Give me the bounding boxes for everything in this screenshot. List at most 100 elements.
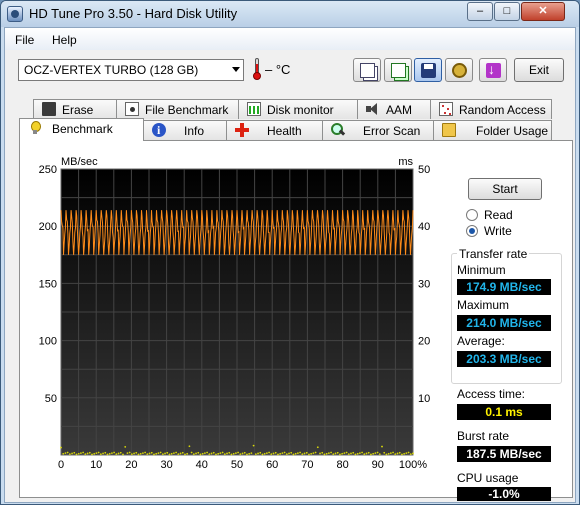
tab-health[interactable]: Health <box>226 120 323 140</box>
x-axis-tick-label: 100% <box>399 459 427 471</box>
access-time-point <box>412 452 414 455</box>
options-button[interactable] <box>445 58 473 82</box>
access-time-point <box>159 451 162 454</box>
access-time-point <box>330 451 332 454</box>
save-screenshot-button[interactable] <box>414 58 442 82</box>
access-time-point <box>150 451 153 454</box>
x-axis-tick-label: 30 <box>160 459 172 471</box>
access-time-point <box>221 451 224 454</box>
x-axis-tick-label: 40 <box>196 459 208 471</box>
start-button[interactable]: Start <box>468 178 542 200</box>
x-axis-tick-label: 0 <box>58 459 64 471</box>
maximize-button[interactable]: □ <box>494 2 520 21</box>
menu-bar: File Help <box>5 28 575 50</box>
menu-help[interactable]: Help <box>52 33 77 47</box>
tab-folder-usage[interactable]: Folder Usage <box>433 120 552 140</box>
access-time-point <box>237 451 240 454</box>
right-axis-tick-label: 50 <box>418 164 430 176</box>
tab-health-label: Health <box>267 124 302 138</box>
temperature-readout: – °C <box>265 62 291 77</box>
toolbar: OCZ-VERTEX TURBO (128 GB) – °C Exit <box>5 50 575 96</box>
tab-benchmark-label: Benchmark <box>52 122 113 136</box>
download-button[interactable] <box>479 58 507 82</box>
access-time-point <box>316 446 319 449</box>
access-time-point <box>312 452 315 455</box>
right-axis-tick-label: 10 <box>418 393 430 405</box>
access-time-point <box>179 452 182 455</box>
access-time-point <box>294 452 297 455</box>
tab-erase[interactable]: Erase <box>33 99 117 119</box>
access-time-point <box>367 451 370 454</box>
access-time-point <box>192 453 195 456</box>
tab-error-scan[interactable]: Error Scan <box>322 120 434 140</box>
access-time-point <box>181 451 184 454</box>
health-cross-icon <box>235 123 249 137</box>
access-time-point <box>361 451 363 454</box>
right-axis-unit-label: ms <box>398 156 413 168</box>
access-time-point <box>409 453 412 456</box>
exit-button[interactable]: Exit <box>514 58 564 82</box>
access-time-point <box>166 451 169 454</box>
tab-file-benchmark[interactable]: File Benchmark <box>116 99 239 119</box>
access-time-point <box>155 452 158 455</box>
menu-file[interactable]: File <box>15 33 34 47</box>
access-time-point <box>285 453 288 456</box>
drive-select[interactable]: OCZ-VERTEX TURBO (128 GB) <box>18 59 244 81</box>
access-time-point <box>314 451 317 454</box>
access-time-point <box>228 451 231 454</box>
read-radio[interactable] <box>466 209 478 221</box>
access-time-point <box>398 451 401 454</box>
access-time-point <box>263 452 266 455</box>
access-time-point <box>243 451 246 454</box>
access-time-point <box>354 453 357 456</box>
x-axis-tick-label: 60 <box>266 459 278 471</box>
tab-disk-monitor[interactable]: Disk monitor <box>238 99 358 119</box>
title-bar[interactable]: HD Tune Pro 3.50 - Hard Disk Utility – □… <box>1 1 579 27</box>
cpu-usage-label: CPU usage <box>457 471 519 485</box>
burst-rate-value: 187.5 MB/sec <box>457 446 551 462</box>
average-value: 203.3 MB/sec <box>457 351 551 367</box>
access-time-point <box>219 452 222 455</box>
access-time-point <box>195 452 197 455</box>
access-time-point <box>164 452 166 455</box>
access-time-point <box>173 452 175 455</box>
right-axis-tick-label: 40 <box>418 221 430 233</box>
access-time-point <box>401 453 403 456</box>
random-access-icon <box>439 102 453 116</box>
access-time-point <box>274 451 277 454</box>
copy-screenshot-button[interactable] <box>384 58 412 82</box>
access-time-point <box>383 451 386 454</box>
disk-monitor-icon <box>247 102 261 116</box>
access-time-point <box>347 453 350 456</box>
access-time-point <box>124 446 127 448</box>
tab-info[interactable]: Info <box>143 120 227 140</box>
access-time-point <box>73 451 76 454</box>
write-radio[interactable] <box>466 225 478 237</box>
access-time-point <box>215 453 217 456</box>
access-time-point <box>321 451 324 454</box>
tab-folder-usage-label: Folder Usage <box>476 124 549 138</box>
speaker-icon <box>366 102 380 116</box>
transfer-rate-title: Transfer rate <box>457 247 530 261</box>
tab-benchmark[interactable]: Benchmark <box>19 118 144 141</box>
floppy-disk-icon <box>421 63 436 78</box>
access-time-point <box>387 452 390 455</box>
access-time-point <box>99 453 102 456</box>
copy-text-button[interactable] <box>353 58 381 82</box>
access-time-point <box>157 452 160 455</box>
access-time-point <box>268 451 271 454</box>
access-time-point <box>279 452 282 455</box>
left-axis-tick-label: 250 <box>39 164 57 176</box>
access-time-point <box>277 453 279 456</box>
read-radio-label: Read <box>484 208 513 222</box>
x-axis-tick-label: 10 <box>90 459 102 471</box>
x-axis-tick-label: 90 <box>372 459 384 471</box>
x-axis-tick-label: 70 <box>301 459 313 471</box>
info-icon <box>152 121 166 139</box>
access-time-point <box>68 453 71 456</box>
tab-aam[interactable]: AAM <box>357 99 431 119</box>
close-button[interactable]: ✕ <box>521 2 565 21</box>
tab-random-access[interactable]: Random Access <box>430 99 552 119</box>
access-time-point <box>250 452 253 455</box>
minimize-button[interactable]: – <box>467 2 493 21</box>
